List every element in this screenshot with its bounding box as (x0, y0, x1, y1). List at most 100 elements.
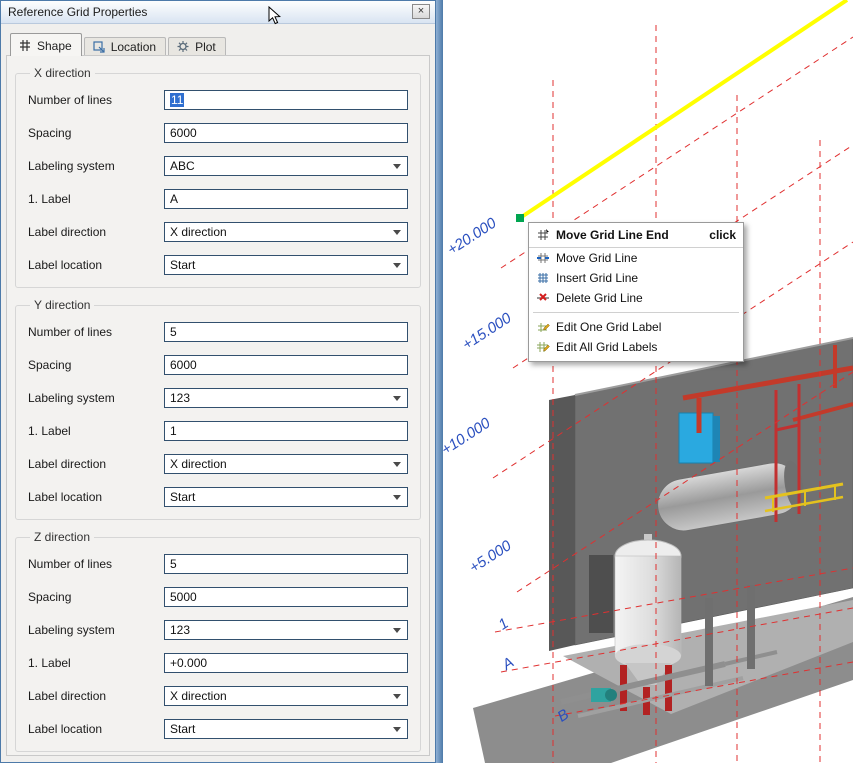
menu-item-edit-all-grid-labels[interactable]: Edit All Grid Labels (529, 337, 743, 357)
tab-location[interactable]: Location (84, 37, 166, 56)
pump (591, 688, 617, 702)
context-menu-header-label: Move Grid Line End (556, 228, 669, 242)
y-first-label-input[interactable] (164, 421, 408, 441)
menu-item-move-grid-line[interactable]: Move Grid Line (529, 248, 743, 268)
field-row: Spacing (28, 123, 410, 143)
field-row: Spacing (28, 587, 410, 607)
x-direction-group: X direction Number of lines 11 Spacing L… (15, 66, 421, 288)
y-spacing-input[interactable] (164, 355, 408, 375)
wall-door (589, 555, 613, 633)
chevron-down-icon (393, 230, 401, 235)
field-row: Label location Start (28, 719, 410, 739)
shape-tab-panel: X direction Number of lines 11 Spacing L… (6, 55, 430, 756)
chevron-down-icon (393, 164, 401, 169)
x-label-location-select[interactable]: Start (164, 255, 408, 275)
x-spacing-input[interactable] (164, 123, 408, 143)
field-row: Labeling system 123 (28, 388, 410, 408)
tab-shape[interactable]: Shape (10, 33, 82, 56)
y-labeling-system-select[interactable]: 123 (164, 388, 408, 408)
field-label: Label direction (28, 225, 164, 239)
z-number-of-lines-input[interactable] (164, 554, 408, 574)
vessel-leg (665, 665, 672, 711)
chevron-down-icon (393, 495, 401, 500)
highlighted-grid-line[interactable] (516, 0, 847, 222)
field-row: Number of lines (28, 322, 410, 342)
insert-grid-line-icon (536, 271, 550, 285)
window-border (436, 0, 443, 763)
field-row: Label direction X direction (28, 222, 410, 242)
y-number-of-lines-input[interactable] (164, 322, 408, 342)
location-icon (92, 40, 106, 53)
z-labeling-system-select[interactable]: 123 (164, 620, 408, 640)
field-label: Labeling system (28, 159, 164, 173)
menu-item-insert-grid-line[interactable]: Insert Grid Line (529, 268, 743, 288)
menu-separator (533, 312, 739, 313)
field-label: Number of lines (28, 557, 164, 571)
field-label: Spacing (28, 358, 164, 372)
field-row: Label direction X direction (28, 454, 410, 474)
move-grid-line-icon (536, 251, 550, 265)
x-number-of-lines-input[interactable]: 11 (164, 90, 408, 110)
menu-item-edit-one-grid-label[interactable]: Edit One Grid Label (529, 317, 743, 337)
field-label: 1. Label (28, 424, 164, 438)
grid-line-end-handle[interactable] (516, 214, 524, 222)
x-first-label-input[interactable] (164, 189, 408, 209)
z-label-location-select[interactable]: Start (164, 719, 408, 739)
tab-plot[interactable]: Plot (168, 37, 226, 56)
menu-item-delete-grid-line[interactable]: Delete Grid Line (529, 288, 743, 308)
field-row: 1. Label (28, 189, 410, 209)
x-labeling-system-select[interactable]: ABC (164, 156, 408, 176)
delete-grid-line-icon (536, 291, 550, 305)
group-title: Z direction (30, 530, 94, 544)
x-label-direction-select[interactable]: X direction (164, 222, 408, 242)
mouse-cursor (268, 6, 281, 30)
y-label-direction-select[interactable]: X direction (164, 454, 408, 474)
field-label: 1. Label (28, 656, 164, 670)
y-direction-group: Y direction Number of lines Spacing Labe… (15, 298, 421, 520)
field-row: Labeling system ABC (28, 156, 410, 176)
field-label: Labeling system (28, 391, 164, 405)
field-label: Number of lines (28, 325, 164, 339)
field-label: 1. Label (28, 192, 164, 206)
field-row: Label location Start (28, 487, 410, 507)
field-row: Labeling system 123 (28, 620, 410, 640)
edit-one-grid-label-icon (536, 320, 550, 334)
chevron-down-icon (393, 462, 401, 467)
model-scene (443, 0, 853, 763)
z-direction-group: Z direction Number of lines Spacing Labe… (15, 530, 421, 752)
field-label: Label direction (28, 457, 164, 471)
edit-all-grid-labels-icon (536, 340, 550, 354)
dialog-titlebar[interactable]: Reference Grid Properties × (1, 1, 435, 24)
context-menu-click-hint: click (709, 228, 736, 242)
field-label: Labeling system (28, 623, 164, 637)
context-menu-header[interactable]: Move Grid Line End click (529, 223, 743, 248)
chevron-down-icon (393, 628, 401, 633)
gear-icon (176, 40, 190, 53)
z-first-label-input[interactable] (164, 653, 408, 673)
field-label: Spacing (28, 590, 164, 604)
close-button[interactable]: × (412, 4, 430, 19)
chevron-down-icon (393, 396, 401, 401)
field-row: 1. Label (28, 653, 410, 673)
field-row: 1. Label (28, 421, 410, 441)
field-label: Label location (28, 258, 164, 272)
field-row: Number of lines (28, 554, 410, 574)
field-label: Spacing (28, 126, 164, 140)
dialog-title: Reference Grid Properties (8, 5, 147, 19)
y-label-location-select[interactable]: Start (164, 487, 408, 507)
field-label: Label location (28, 490, 164, 504)
field-row: Spacing (28, 355, 410, 375)
grid-shape-icon (18, 39, 32, 52)
field-label: Label location (28, 722, 164, 736)
move-grid-line-end-icon (536, 228, 550, 242)
z-label-direction-select[interactable]: X direction (164, 686, 408, 706)
model-viewport[interactable]: +20.000 +15.000 +10.000 +5.000 1 A B (443, 0, 853, 763)
field-row: Label direction X direction (28, 686, 410, 706)
screen: { "dialog": { "title": "Reference Grid P… (0, 0, 853, 763)
group-title: Y direction (30, 298, 94, 312)
dialog-tabs: Shape Location Plot (10, 32, 228, 56)
reference-grid-properties-dialog: Reference Grid Properties × Shape Locati… (0, 0, 436, 763)
plant-model (473, 338, 853, 763)
chevron-down-icon (393, 727, 401, 732)
z-spacing-input[interactable] (164, 587, 408, 607)
